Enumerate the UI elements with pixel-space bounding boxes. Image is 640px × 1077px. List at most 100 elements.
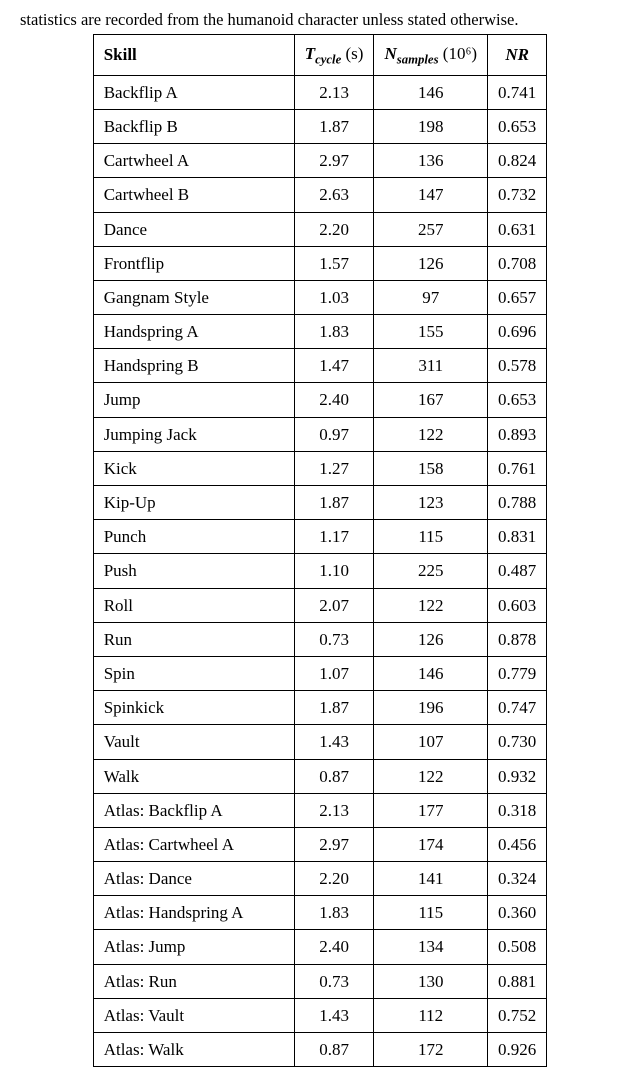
cell-tcycle: 1.57	[294, 246, 374, 280]
cell-nr: 0.752	[488, 998, 547, 1032]
cell-tcycle: 1.87	[294, 109, 374, 143]
cell-skill: Atlas: Vault	[93, 998, 294, 1032]
cell-nsamples: 107	[374, 725, 488, 759]
cell-skill: Spinkick	[93, 691, 294, 725]
nsamples-unit: (10⁶)	[443, 44, 477, 63]
cell-tcycle: 2.20	[294, 862, 374, 896]
table-row: Frontflip1.571260.708	[93, 246, 547, 280]
cell-skill: Atlas: Run	[93, 964, 294, 998]
table-row: Handspring A1.831550.696	[93, 315, 547, 349]
col-tcycle: Tcycle (s)	[294, 35, 374, 76]
skills-table: Skill Tcycle (s) Nsamples (10⁶) NR Backf…	[93, 34, 548, 1067]
cell-nsamples: 122	[374, 588, 488, 622]
cell-skill: Walk	[93, 759, 294, 793]
cell-nr: 0.508	[488, 930, 547, 964]
tcycle-sub: cycle	[315, 52, 341, 66]
cell-skill: Run	[93, 622, 294, 656]
cell-nsamples: 97	[374, 280, 488, 314]
table-row: Dance2.202570.631	[93, 212, 547, 246]
cell-nr: 0.456	[488, 827, 547, 861]
cell-nsamples: 311	[374, 349, 488, 383]
cell-skill: Roll	[93, 588, 294, 622]
table-row: Cartwheel B2.631470.732	[93, 178, 547, 212]
cell-tcycle: 1.83	[294, 896, 374, 930]
cell-nr: 0.653	[488, 109, 547, 143]
cell-tcycle: 2.13	[294, 75, 374, 109]
table-row: Walk0.871220.932	[93, 759, 547, 793]
cell-nsamples: 146	[374, 75, 488, 109]
cell-skill: Frontflip	[93, 246, 294, 280]
cell-nr: 0.761	[488, 451, 547, 485]
cell-nr: 0.732	[488, 178, 547, 212]
cell-tcycle: 1.43	[294, 725, 374, 759]
cell-skill: Handspring A	[93, 315, 294, 349]
table-row: Kick1.271580.761	[93, 451, 547, 485]
table-row: Spinkick1.871960.747	[93, 691, 547, 725]
cell-tcycle: 1.07	[294, 656, 374, 690]
cell-nr: 0.926	[488, 1033, 547, 1067]
nsamples-N: N	[384, 44, 396, 63]
cell-nr: 0.730	[488, 725, 547, 759]
cell-skill: Push	[93, 554, 294, 588]
cell-nsamples: 198	[374, 109, 488, 143]
cell-nsamples: 158	[374, 451, 488, 485]
col-skill-label: Skill	[104, 45, 137, 64]
cell-skill: Atlas: Walk	[93, 1033, 294, 1067]
cell-nsamples: 172	[374, 1033, 488, 1067]
cell-tcycle: 2.97	[294, 144, 374, 178]
cell-tcycle: 1.47	[294, 349, 374, 383]
cell-nr: 0.741	[488, 75, 547, 109]
cell-nsamples: 122	[374, 759, 488, 793]
table-row: Atlas: Run0.731300.881	[93, 964, 547, 998]
cell-skill: Cartwheel B	[93, 178, 294, 212]
table-body: Backflip A2.131460.741Backflip B1.871980…	[93, 75, 547, 1066]
cell-skill: Backflip B	[93, 109, 294, 143]
cell-tcycle: 2.40	[294, 930, 374, 964]
table-row: Atlas: Backflip A2.131770.318	[93, 793, 547, 827]
cell-nr: 0.631	[488, 212, 547, 246]
cell-nsamples: 147	[374, 178, 488, 212]
cell-nsamples: 155	[374, 315, 488, 349]
cell-nsamples: 257	[374, 212, 488, 246]
col-nsamples: Nsamples (10⁶)	[374, 35, 488, 76]
table-row: Atlas: Dance2.201410.324	[93, 862, 547, 896]
cell-skill: Vault	[93, 725, 294, 759]
cell-skill: Atlas: Jump	[93, 930, 294, 964]
cell-nr: 0.696	[488, 315, 547, 349]
cell-tcycle: 0.87	[294, 1033, 374, 1067]
cell-tcycle: 2.40	[294, 383, 374, 417]
table-row: Atlas: Walk0.871720.926	[93, 1033, 547, 1067]
cell-nsamples: 126	[374, 622, 488, 656]
cell-nr: 0.603	[488, 588, 547, 622]
cell-tcycle: 2.07	[294, 588, 374, 622]
table-row: Backflip A2.131460.741	[93, 75, 547, 109]
cell-nsamples: 136	[374, 144, 488, 178]
tcycle-T: T	[305, 44, 315, 63]
cell-tcycle: 0.97	[294, 417, 374, 451]
cell-nr: 0.653	[488, 383, 547, 417]
cell-skill: Atlas: Backflip A	[93, 793, 294, 827]
table-row: Roll2.071220.603	[93, 588, 547, 622]
table-row: Jumping Jack0.971220.893	[93, 417, 547, 451]
cell-nsamples: 134	[374, 930, 488, 964]
cell-tcycle: 2.63	[294, 178, 374, 212]
cell-nr: 0.932	[488, 759, 547, 793]
table-row: Punch1.171150.831	[93, 520, 547, 554]
table-row: Atlas: Handspring A1.831150.360	[93, 896, 547, 930]
cell-tcycle: 2.13	[294, 793, 374, 827]
cell-skill: Dance	[93, 212, 294, 246]
cell-nr: 0.657	[488, 280, 547, 314]
cell-skill: Atlas: Dance	[93, 862, 294, 896]
cell-tcycle: 2.20	[294, 212, 374, 246]
table-row: Backflip B1.871980.653	[93, 109, 547, 143]
table-row: Atlas: Vault1.431120.752	[93, 998, 547, 1032]
table-row: Kip-Up1.871230.788	[93, 486, 547, 520]
cell-nr: 0.824	[488, 144, 547, 178]
cell-skill: Jump	[93, 383, 294, 417]
cell-skill: Cartwheel A	[93, 144, 294, 178]
cell-tcycle: 1.17	[294, 520, 374, 554]
col-skill: Skill	[93, 35, 294, 76]
table-header-row: Skill Tcycle (s) Nsamples (10⁶) NR	[93, 35, 547, 76]
cell-skill: Atlas: Cartwheel A	[93, 827, 294, 861]
table-row: Handspring B1.473110.578	[93, 349, 547, 383]
